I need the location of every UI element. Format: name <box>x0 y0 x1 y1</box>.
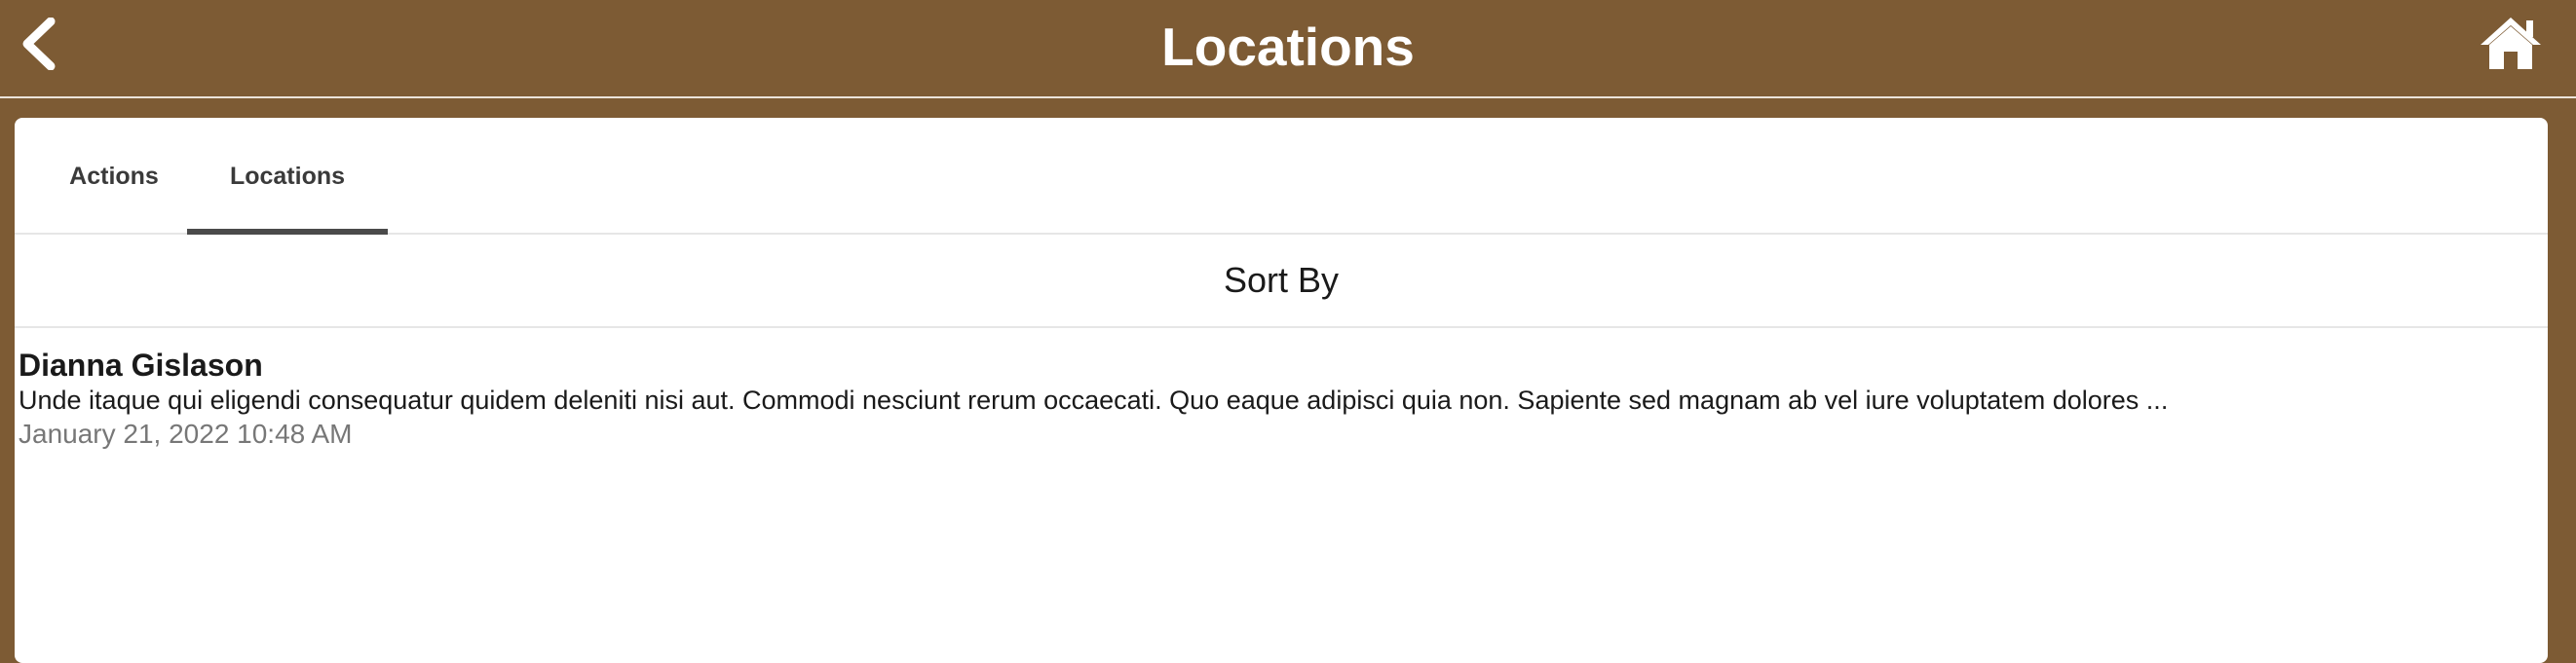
tab-locations[interactable]: Locations <box>187 118 388 235</box>
tab-actions-label: Actions <box>69 162 159 190</box>
tab-actions[interactable]: Actions <box>36 118 192 235</box>
top-app-bar: Locations <box>0 0 2576 98</box>
page-title: Locations <box>1161 17 1415 77</box>
tab-locations-label: Locations <box>229 162 346 190</box>
item-title: Dianna Gislason <box>19 348 263 383</box>
right-edge <box>2549 98 2576 641</box>
sort-by-button[interactable]: Sort By <box>15 235 2548 328</box>
home-button[interactable] <box>2475 12 2547 78</box>
sort-by-label: Sort By <box>1223 260 1340 300</box>
item-date: January 21, 2022 10:48 AM <box>19 419 353 449</box>
home-icon <box>2479 15 2543 76</box>
item-description: Unde itaque qui eligendi consequatur qui… <box>19 386 2169 415</box>
tab-bar: Actions Locations <box>15 118 2548 235</box>
